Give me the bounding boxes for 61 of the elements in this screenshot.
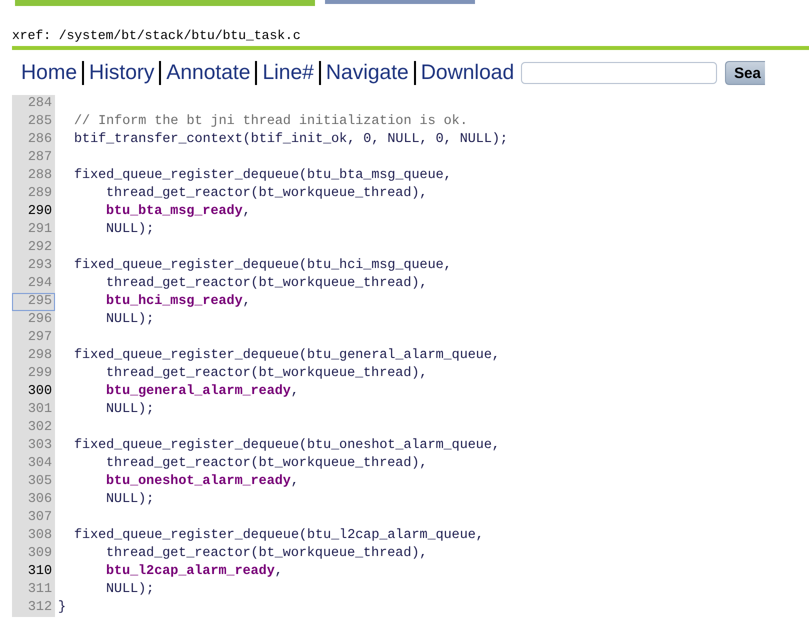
- line-number[interactable]: 304: [12, 455, 55, 473]
- line-number[interactable]: 298: [12, 347, 55, 365]
- search-field[interactable]: [521, 62, 718, 84]
- line-number[interactable]: 311: [12, 581, 55, 599]
- code-line: thread_get_reactor(bt_workqueue_thread),: [105, 275, 428, 293]
- nav-link[interactable]: Annotate: [159, 61, 256, 85]
- nav-link[interactable]: History: [82, 61, 160, 85]
- code-line: thread_get_reactor(bt_workqueue_thread),: [105, 545, 428, 563]
- line-number[interactable]: 299: [12, 365, 55, 383]
- code-line: btu_hci_msg_ready,: [105, 293, 251, 311]
- line-number[interactable]: 297: [12, 329, 55, 347]
- code-line: btu_bta_msg_ready,: [105, 203, 251, 221]
- code-line: btu_oneshot_alarm_ready,: [105, 473, 299, 491]
- line-number[interactable]: 292: [12, 239, 55, 257]
- line-number[interactable]: 310: [12, 563, 55, 581]
- code-line: fixed_queue_register_dequeue(btu_oneshot_alarm_queue,: [73, 437, 500, 455]
- code-line: thread_get_reactor(bt_workqueue_thread),: [105, 455, 428, 473]
- line-number[interactable]: 288: [12, 167, 55, 185]
- line-number[interactable]: 294: [12, 275, 55, 293]
- code-line: btu_general_alarm_ready,: [105, 383, 299, 401]
- line-number[interactable]: 289: [12, 185, 55, 203]
- line-number[interactable]: 305: [12, 473, 55, 491]
- line-number[interactable]: 285: [12, 113, 55, 131]
- line-number[interactable]: 293: [12, 257, 55, 275]
- line-number[interactable]: 291: [12, 221, 55, 239]
- line-number[interactable]: 303: [12, 437, 55, 455]
- line-number[interactable]: 312: [12, 599, 55, 617]
- line-number[interactable]: 307: [12, 509, 55, 527]
- code-line: thread_get_reactor(bt_workqueue_thread),: [105, 365, 428, 383]
- line-number[interactable]: 286: [12, 131, 55, 149]
- code-line: NULL);: [105, 581, 154, 599]
- code-line: fixed_queue_register_dequeue(btu_hci_msg_queue,: [73, 257, 452, 275]
- code-line: // Inform the bt jni thread initialization is ok.: [73, 113, 468, 131]
- code-line: btu_l2cap_alarm_ready,: [105, 563, 283, 581]
- line-number[interactable]: 296: [12, 311, 55, 329]
- code-line: }: [57, 599, 66, 617]
- line-number[interactable]: 302: [12, 419, 55, 437]
- code-line: btif_transfer_context(btif_init_ok, 0, NULL, 0, NULL);: [73, 131, 508, 149]
- file-path: xref: /system/bt/stack/btu/btu_task.c: [12, 28, 302, 43]
- line-number[interactable]: 295: [12, 293, 55, 311]
- line-number[interactable]: 287: [12, 149, 55, 167]
- nav-link[interactable]: Line#: [255, 61, 319, 85]
- code-line: NULL);: [105, 221, 154, 239]
- line-number[interactable]: 301: [12, 401, 55, 419]
- nav-link[interactable]: Navigate: [318, 61, 414, 85]
- code-line: NULL);: [105, 491, 154, 509]
- line-number[interactable]: 306: [12, 491, 55, 509]
- code-line: fixed_queue_register_dequeue(btu_l2cap_alarm_queue,: [73, 527, 484, 545]
- code-line: NULL);: [105, 401, 154, 419]
- nav-link[interactable]: Download: [414, 61, 520, 85]
- nav-link[interactable]: Home: [20, 61, 82, 85]
- line-number[interactable]: 284: [12, 95, 55, 113]
- code-line: NULL);: [105, 311, 154, 329]
- line-number[interactable]: 290: [12, 203, 55, 221]
- line-number[interactable]: 300: [12, 383, 55, 401]
- line-number[interactable]: 308: [12, 527, 55, 545]
- search-button[interactable]: Sea: [725, 61, 765, 85]
- code-line: fixed_queue_register_dequeue(btu_general_alarm_queue,: [73, 347, 500, 365]
- code-line: thread_get_reactor(bt_workqueue_thread),: [105, 185, 428, 203]
- code-line: fixed_queue_register_dequeue(btu_bta_msg_queue,: [73, 167, 452, 185]
- line-number[interactable]: 309: [12, 545, 55, 563]
